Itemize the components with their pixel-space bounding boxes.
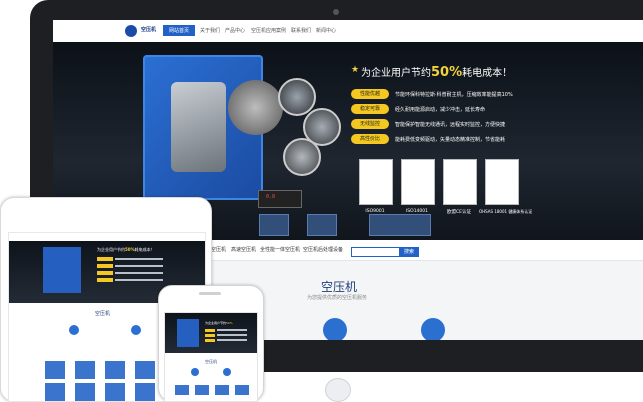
service-icon[interactable]: [323, 318, 347, 340]
tablet-section-title: 空压机: [95, 311, 111, 317]
tablet-feature-tag: [97, 278, 113, 282]
tablet-feature-line: [115, 265, 163, 267]
logo-icon: [125, 25, 137, 37]
logo-text: 空压机: [141, 27, 157, 33]
certificate-image: [359, 159, 393, 205]
tablet-product-image[interactable]: [135, 383, 155, 401]
detail-circle: [283, 138, 321, 176]
nav-item-cases[interactable]: 空压机应用案例: [251, 27, 286, 34]
feature-tag: 稳定可靠: [351, 104, 389, 114]
phone-headline-percent: 50%: [226, 321, 233, 325]
nav-item-news[interactable]: 新闻中心: [316, 27, 336, 34]
hero-headline: 为企业用户节约50%耗电成本！: [361, 64, 512, 80]
service-icon[interactable]: [421, 318, 445, 340]
feature-text: 能耗费低变频驱动，矢量动态精准控制，节省能耗: [395, 137, 506, 143]
certificate-image: [443, 159, 477, 205]
camera-dot: [333, 9, 339, 15]
phone-feature-tag: [205, 329, 215, 332]
feature-tag: 高性价比: [351, 134, 389, 144]
tablet-headline-prefix: 为企业用户节约: [97, 247, 125, 252]
tablet-feature-line: [115, 258, 163, 260]
phone-feature-tag: [205, 334, 215, 337]
tablet-headline-suffix: 耗电成本！: [134, 247, 155, 252]
tablet-feature-tag: [97, 271, 113, 275]
phone-feature-line: [217, 334, 247, 336]
slide-thumbnail[interactable]: [259, 214, 289, 236]
headline-suffix: 耗电成本！: [462, 68, 513, 79]
star-icon: ★: [351, 65, 360, 75]
tablet-feature-tag: [97, 257, 113, 261]
phone-feature-line: [217, 339, 247, 341]
feature-tag: 无线监控: [351, 119, 389, 129]
phone-product-image[interactable]: [235, 385, 249, 395]
phone-compressor-image: [177, 319, 199, 347]
phone-service-icon[interactable]: [223, 368, 231, 376]
certificate-label: 欧盟CE认证: [447, 210, 471, 215]
certificate-image: [485, 159, 519, 205]
tablet-product-image[interactable]: [105, 361, 125, 379]
phone-product-image[interactable]: [195, 385, 209, 395]
category-item[interactable]: 全性能一体空压机: [260, 246, 300, 253]
section-subtitle: 为您提供优质的空压机服务: [307, 295, 368, 301]
category-item[interactable]: 空压机后处理设备: [303, 246, 343, 253]
certificate-label: OHSAS 18001 健康体系认证: [479, 209, 533, 214]
phone-feature-tag: [205, 339, 215, 342]
phone-section-title: 空压机: [205, 359, 217, 364]
feature-text: 经久耐用能源启动，减少冲击，延长寿命: [395, 107, 486, 113]
nav-item-about[interactable]: 关于我们: [200, 27, 220, 34]
search-input[interactable]: [351, 247, 401, 257]
tablet-compressor-image: [43, 247, 81, 293]
monitor-home-button[interactable]: [325, 378, 351, 402]
tablet-headline-percent: 50%: [125, 247, 135, 252]
tablet-feature-tag: [97, 264, 113, 268]
feature-tag: 性能优越: [351, 89, 389, 99]
phone-headline-prefix: 为企业用户节约: [205, 321, 227, 325]
nav-item-products[interactable]: 产品中心: [225, 27, 245, 34]
phone-speaker: [199, 292, 221, 295]
slide-thumbnail[interactable]: [369, 214, 431, 236]
headline-prefix: 为企业用户节约: [361, 68, 431, 79]
tablet-product-image[interactable]: [75, 383, 95, 401]
phone-headline: 为企业用户节约50%: [205, 321, 233, 325]
tablet-headline: 为企业用户节约50%耗电成本！: [97, 247, 155, 253]
nav-item-contact[interactable]: 联系我们: [291, 27, 311, 34]
category-item[interactable]: 空压机: [211, 246, 226, 253]
tablet-product-image[interactable]: [75, 361, 95, 379]
phone-feature-line: [217, 329, 247, 331]
panel-readout: 0.8: [266, 194, 276, 200]
headline-percent: 50%: [431, 65, 463, 80]
nav-item-home[interactable]: 网站首页: [163, 25, 196, 36]
tablet-product-image[interactable]: [105, 383, 125, 401]
slide-thumbnail[interactable]: [307, 214, 337, 236]
phone-service-icon[interactable]: [191, 368, 199, 376]
tablet-service-icon[interactable]: [69, 325, 79, 335]
tablet-feature-line: [115, 279, 163, 281]
detail-circle: [278, 78, 316, 116]
phone-product-image[interactable]: [215, 385, 229, 395]
tablet-feature-line: [115, 272, 163, 274]
tablet-service-icon[interactable]: [131, 325, 141, 335]
category-item[interactable]: 高速空压机: [231, 246, 256, 253]
tablet-product-image[interactable]: [135, 361, 155, 379]
search-button[interactable]: 搜索: [399, 247, 419, 257]
compressor-tank: [171, 82, 226, 172]
phone-screen: 为企业用户节约50% 空压机: [164, 312, 258, 402]
tablet-product-image[interactable]: [45, 361, 65, 379]
tablet-product-image[interactable]: [45, 383, 65, 401]
motor-image: [228, 80, 283, 135]
phone-product-image[interactable]: [175, 385, 189, 395]
control-panel: [258, 190, 302, 208]
feature-text: 节能环保科特拉斯·科普耐主机，压缩效率能提高10%: [395, 92, 513, 98]
feature-text: 智能保护智能无线通讯，远程实时监控，方便快捷: [395, 122, 506, 128]
certificate-image: [401, 159, 435, 205]
section-title: 空压机: [321, 280, 358, 294]
